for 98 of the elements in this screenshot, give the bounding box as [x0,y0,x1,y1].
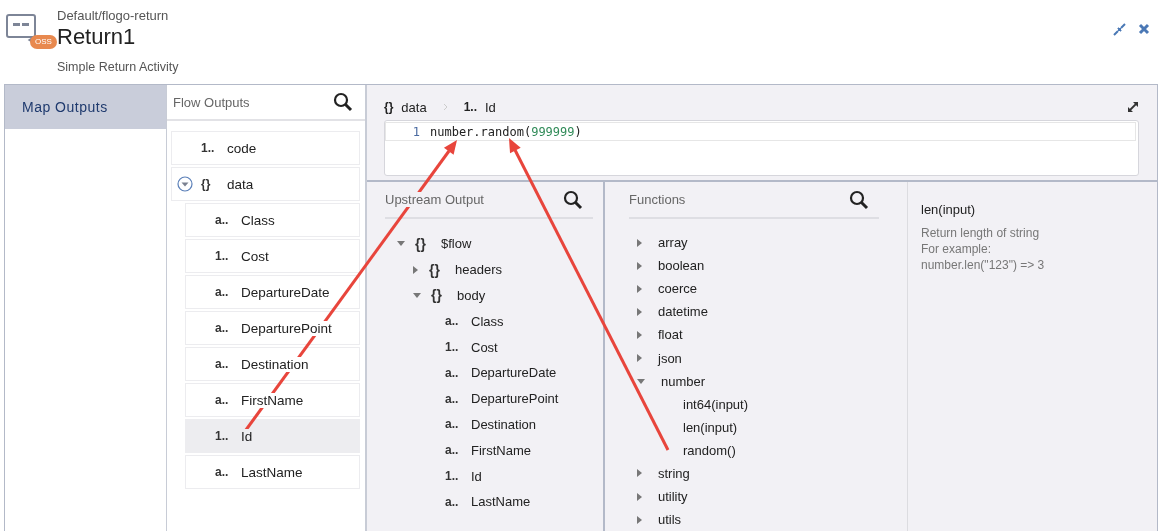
tree-item[interactable]: $flow [441,236,472,252]
type-label: a.. [445,494,460,509]
type-label: 1.. [463,100,477,114]
line-number: 1 [411,124,421,139]
function-item[interactable]: len(input) [683,419,738,435]
type-label: 1.. [215,249,230,263]
function-item[interactable]: string [658,466,690,481]
type-label: a.. [215,321,230,335]
search-icon[interactable] [563,189,583,210]
search-icon[interactable] [333,92,353,112]
type-label: {} [429,261,441,278]
tree-item[interactable]: DepartureDate [471,365,557,381]
caret-icon[interactable] [413,265,418,274]
function-item[interactable]: array [658,235,688,251]
function-description: Return length of string [921,225,1041,241]
caret-icon[interactable] [637,238,642,247]
function-item[interactable]: boolean [658,258,705,274]
output-row[interactable]: a.. DepartureDate [185,275,360,309]
type-label: a.. [215,213,230,227]
output-row[interactable]: 1.. Cost [185,239,360,273]
expand-circle-icon[interactable] [177,176,193,192]
nav-tab[interactable]: Map Outputs [5,85,166,129]
caret-icon[interactable] [637,330,642,339]
caret-icon[interactable] [637,307,642,316]
output-row[interactable]: a.. Class [185,203,360,237]
type-label: a.. [445,365,460,380]
caret-icon[interactable] [637,469,642,478]
tree-item[interactable]: headers [455,262,502,278]
code-editor[interactable]: 1 number.random(999999) [384,120,1139,176]
caret-icon[interactable] [397,241,405,247]
tree-item[interactable]: DeparturePoint [471,391,559,407]
function-item[interactable]: random() [683,442,736,458]
breadcrumb: Default/flogo-return [57,8,170,23]
type-label: a.. [215,285,230,299]
collapse-icon[interactable] [1113,23,1126,36]
search-icon[interactable] [849,189,869,210]
panel-title: Upstream Output [385,192,484,207]
tree-item[interactable]: FirstName [471,442,531,458]
close-icon[interactable] [1138,23,1150,35]
expand-icon[interactable] [1127,101,1139,113]
caret-icon[interactable] [637,354,642,362]
caret-icon[interactable] [637,378,645,384]
output-row[interactable]: 1.. code [171,131,360,165]
function-item[interactable]: int64(input) [683,396,749,412]
output-row[interactable]: a.. FirstName [185,383,360,417]
oss-badge: OSS [30,35,57,49]
caret-icon[interactable] [637,284,642,293]
function-item[interactable]: utils [658,512,682,528]
tree-item[interactable]: Cost [471,339,498,355]
caret-icon[interactable] [413,293,421,298]
field-name: Id [241,428,253,444]
activity-title: Return1 [57,24,137,50]
tree-item[interactable]: body [457,288,486,303]
output-row[interactable]: a.. LastName [185,455,360,489]
tree-item[interactable]: Class [471,313,504,329]
caret-icon[interactable] [637,261,642,270]
caret-icon[interactable] [637,515,642,524]
caret-icon[interactable] [637,492,642,501]
field-name: FirstName [241,392,304,408]
function-item[interactable]: json [658,350,682,366]
output-row[interactable]: {} data [171,167,360,201]
type-label: {} [431,287,443,304]
chevron-icon [442,103,448,111]
function-name: len(input) [921,202,977,217]
type-label: a.. [215,357,230,371]
type-label: 1.. [215,429,230,443]
type-label: 1.. [201,141,216,155]
function-item[interactable]: float [658,327,683,343]
output-row[interactable]: 1.. Id [185,419,360,453]
function-item[interactable]: number [661,373,706,389]
path-segment[interactable]: data [401,99,427,115]
function-item[interactable]: utility [658,489,688,505]
tree-item[interactable]: LastName [471,494,531,510]
type-label: a.. [445,314,460,329]
type-label: a.. [445,443,460,458]
type-label: {} [415,235,427,252]
function-item[interactable]: coerce [658,281,698,297]
tree-item[interactable]: Id [471,468,482,484]
field-name: DeparturePoint [241,320,332,336]
type-label: a.. [215,465,230,479]
type-label: a.. [215,393,230,407]
function-item[interactable]: datetime [658,304,708,320]
activity-subtitle: Simple Return Activity [57,60,179,74]
function-description: For example: [921,241,993,257]
path-segment[interactable]: Id [485,99,496,115]
field-name: Destination [241,356,309,372]
tree-item[interactable]: Destination [471,416,537,432]
type-label: {} [384,100,394,114]
code-line: number.random(999999) [430,124,582,139]
output-row[interactable]: a.. DeparturePoint [185,311,360,345]
type-label: 1.. [445,469,460,484]
panel-title: Functions [629,192,686,207]
function-description: number.len("123") => 3 [921,257,1046,273]
type-label: 1.. [445,340,460,355]
type-label: a.. [445,417,460,432]
type-label: a.. [445,391,460,406]
output-row[interactable]: a.. Destination [185,347,360,381]
type-label: {} [201,177,212,191]
